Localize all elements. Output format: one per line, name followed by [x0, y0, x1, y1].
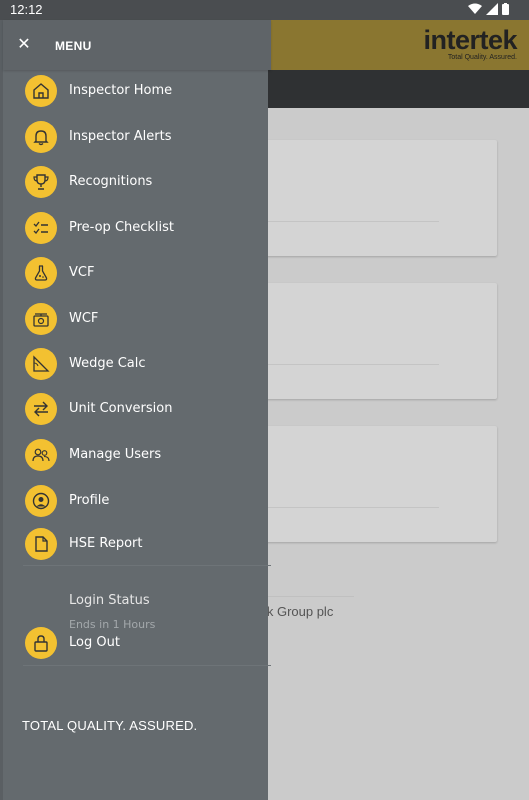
menu-item-log-out[interactable]: Log Out — [3, 621, 268, 665]
document-icon — [25, 528, 57, 560]
menu-label: Manage Users — [69, 447, 162, 462]
wedge-icon — [25, 348, 57, 380]
menu-label: WCF — [69, 311, 99, 326]
menu-label: Recognitions — [69, 174, 153, 189]
bell-icon — [25, 121, 57, 153]
battery-icon — [502, 3, 509, 18]
menu-item-pre-op-checklist[interactable]: Pre-op Checklist — [3, 206, 268, 250]
menu-label: Unit Conversion — [69, 401, 173, 416]
drawer-header: ✕ MENU — [3, 20, 271, 70]
flask-icon — [25, 257, 57, 289]
status-bar: 12:12 — [0, 0, 529, 20]
menu-item-wcf[interactable]: WCF — [3, 297, 268, 341]
menu-label: VCF — [69, 265, 95, 280]
menu-label: Profile — [69, 493, 110, 508]
menu-item-inspector-alerts[interactable]: Inspector Alerts — [3, 115, 268, 159]
divider — [23, 665, 271, 666]
profile-icon — [25, 485, 57, 517]
status-icons — [468, 3, 509, 18]
navigation-drawer: ✕ MENU Inspector Home Inspector Alerts R… — [0, 20, 271, 800]
menu-label: Log Out — [69, 635, 120, 650]
trophy-icon — [25, 166, 57, 198]
brand-logo-text: intertek — [423, 25, 517, 55]
checklist-icon — [25, 212, 57, 244]
drawer-footer-tagline: TOTAL QUALITY. ASSURED. — [22, 718, 198, 733]
brand-logo: intertek Total Quality. Assured. — [423, 26, 517, 61]
brand-tagline: Total Quality. Assured. — [447, 54, 517, 61]
lock-icon — [25, 627, 57, 659]
menu-item-wedge-calc[interactable]: Wedge Calc — [3, 342, 268, 386]
menu-item-hse-report[interactable]: HSE Report — [3, 522, 268, 566]
menu-item-inspector-home[interactable]: Inspector Home — [3, 69, 268, 113]
menu-item-recognitions[interactable]: Recognitions — [3, 160, 268, 204]
menu-label: Wedge Calc — [69, 356, 146, 371]
close-icon[interactable]: ✕ — [17, 36, 31, 52]
menu-label: Inspector Alerts — [69, 129, 172, 144]
menu-item-manage-users[interactable]: Manage Users — [3, 433, 268, 477]
login-status-label: Login Status — [69, 593, 150, 608]
menu-label: HSE Report — [69, 536, 143, 551]
menu-label: Pre-op Checklist — [69, 220, 175, 235]
wifi-icon — [468, 3, 482, 18]
menu-item-unit-conversion[interactable]: Unit Conversion — [3, 387, 268, 431]
users-icon — [25, 439, 57, 471]
menu-item-profile[interactable]: Profile — [3, 479, 268, 523]
menu-label: Inspector Home — [69, 83, 173, 98]
signal-icon — [486, 3, 498, 18]
swap-arrows-icon — [25, 393, 57, 425]
status-time: 12:12 — [10, 2, 43, 17]
home-icon — [25, 75, 57, 107]
divider — [23, 565, 271, 566]
menu-title: MENU — [55, 39, 92, 53]
menu-item-vcf[interactable]: VCF — [3, 251, 268, 295]
scale-icon — [25, 303, 57, 335]
